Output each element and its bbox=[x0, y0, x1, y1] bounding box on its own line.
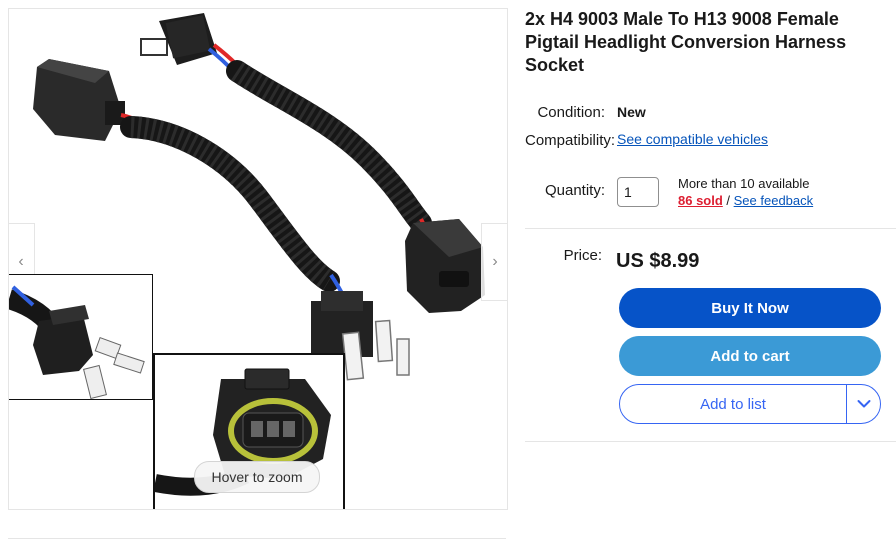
quantity-input[interactable] bbox=[617, 177, 659, 207]
listing-title: 2x H4 9003 Male To H13 9008 Female Pigta… bbox=[525, 9, 847, 75]
availability-text: More than 10 available bbox=[678, 176, 810, 191]
add-to-cart-button[interactable]: Add to cart bbox=[619, 336, 881, 376]
gallery-divider bbox=[8, 538, 506, 539]
image-gallery[interactable]: ‹ › Hover to zoom bbox=[8, 8, 508, 510]
price-label: Price: bbox=[563, 247, 602, 264]
chevron-right-icon: › bbox=[492, 253, 498, 270]
condition-label: Condition: bbox=[537, 104, 605, 121]
add-to-list-control: Add to list bbox=[619, 384, 881, 424]
add-to-list-button[interactable]: Add to list bbox=[620, 385, 847, 423]
see-compatible-vehicles-link[interactable]: See compatible vehicles bbox=[617, 131, 768, 147]
compatibility-label: Compatibility: bbox=[525, 132, 616, 149]
hover-to-zoom-hint: Hover to zoom bbox=[194, 461, 320, 493]
detail-inset-h4-plug bbox=[9, 274, 153, 400]
chevron-down-icon bbox=[857, 400, 870, 408]
condition-value: New bbox=[617, 104, 646, 120]
section-divider-bottom bbox=[525, 441, 896, 442]
price-value: US $8.99 bbox=[616, 250, 700, 272]
add-to-list-dropdown-button[interactable] bbox=[847, 385, 880, 423]
sold-feedback-line: 86 sold / See feedback bbox=[678, 193, 813, 208]
next-image-button[interactable]: › bbox=[481, 223, 507, 301]
buy-it-now-button[interactable]: Buy It Now bbox=[619, 288, 881, 328]
sold-count-link[interactable]: 86 sold bbox=[678, 193, 723, 208]
h13-socket-right bbox=[405, 219, 485, 313]
quantity-label: Quantity: bbox=[544, 182, 605, 199]
section-divider bbox=[525, 228, 896, 229]
h4-plug-top bbox=[140, 13, 239, 73]
sold-separator: / bbox=[722, 193, 734, 208]
chevron-left-icon: ‹ bbox=[18, 253, 24, 270]
see-feedback-link[interactable]: See feedback bbox=[734, 193, 814, 208]
